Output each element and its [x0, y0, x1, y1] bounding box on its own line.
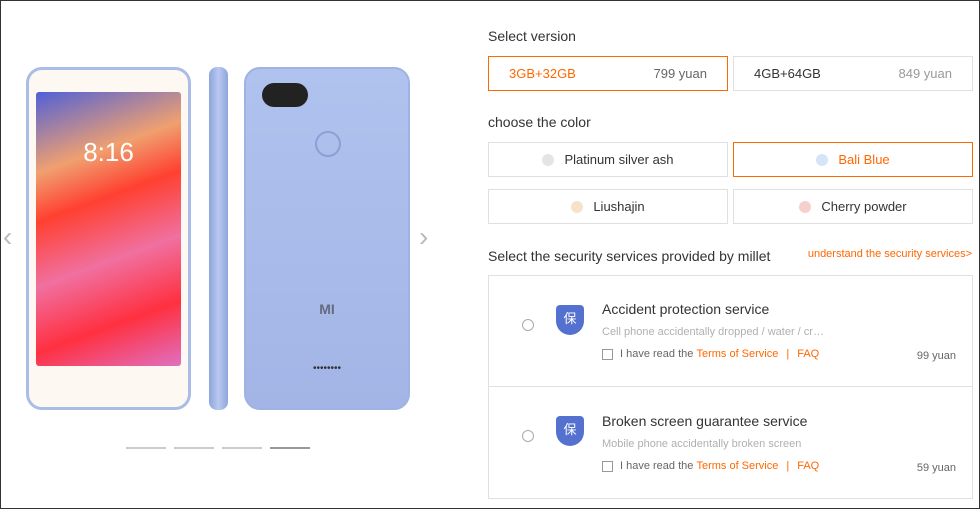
color-swatch-icon — [816, 153, 829, 166]
fingerprint-icon — [315, 131, 341, 157]
color-name: Bali Blue — [838, 152, 890, 167]
color-option-bali-blue[interactable]: Bali Blue — [733, 142, 973, 177]
agree-checkbox[interactable] — [602, 460, 613, 472]
service-title: Accident protection service — [602, 301, 770, 317]
separator: | — [786, 460, 790, 472]
gallery-indicator-1[interactable] — [126, 447, 166, 449]
version-option-4gb-64gb[interactable]: 4GB+64GB 849 yuan — [733, 56, 973, 91]
version-name: 3GB+32GB — [509, 66, 576, 81]
color-heading: choose the color — [488, 114, 591, 130]
phone-back-image: MI •••••••• — [244, 67, 410, 410]
faq-link[interactable]: FAQ — [797, 460, 819, 472]
service-title: Broken screen guarantee service — [602, 413, 808, 429]
color-name: Cherry powder — [821, 199, 907, 214]
color-swatch-icon — [571, 200, 584, 213]
clock-text: 8:16 — [83, 137, 134, 167]
terms-link[interactable]: Terms of Service — [696, 460, 778, 472]
terms-link[interactable]: Terms of Service — [696, 348, 778, 360]
gallery-indicator-3[interactable] — [222, 447, 262, 449]
service-desc: Mobile phone accidentally broken screen — [602, 438, 802, 450]
version-heading: Select version — [488, 28, 576, 44]
camera-icon — [262, 83, 308, 107]
service-desc: Cell phone accidentally dropped / water … — [602, 326, 824, 338]
color-option-cherry-powder[interactable]: Cherry powder — [733, 189, 973, 224]
service-radio[interactable] — [522, 319, 534, 331]
color-swatch-icon — [799, 200, 812, 213]
phone-side-image — [209, 67, 228, 410]
speaker-grille: •••••••• — [312, 363, 341, 374]
service-radio[interactable] — [522, 430, 534, 442]
shield-icon: 保 — [556, 305, 584, 335]
understand-security-link[interactable]: understand the security services> — [808, 248, 972, 260]
service-item-broken-screen: 保 Broken screen guarantee service Mobile… — [489, 387, 972, 498]
version-name: 4GB+64GB — [754, 66, 821, 81]
version-price: 799 yuan — [653, 66, 708, 81]
prev-arrow-icon[interactable]: ‹ — [3, 222, 19, 252]
shield-icon: 保 — [556, 416, 584, 446]
separator: | — [786, 348, 790, 360]
service-price: 59 yuan — [916, 462, 956, 474]
version-price: 849 yuan — [898, 66, 953, 81]
color-option-platinum-silver-ash[interactable]: Platinum silver ash — [488, 142, 728, 177]
service-price: 99 yuan — [916, 350, 956, 362]
security-services-list: 保 Accident protection service Cell phone… — [488, 275, 973, 499]
version-option-3gb-32gb[interactable]: 3GB+32GB 799 yuan — [488, 56, 728, 91]
color-option-liushajin[interactable]: Liushajin — [488, 189, 728, 224]
faq-link[interactable]: FAQ — [797, 348, 819, 360]
security-heading: Select the security services provided by… — [488, 248, 771, 264]
next-arrow-icon[interactable]: › — [419, 222, 435, 252]
color-name: Platinum silver ash — [564, 152, 674, 167]
phone-front-image: 8:16 — [26, 67, 191, 410]
color-swatch-icon — [542, 153, 555, 166]
agree-label: I have read the — [620, 460, 694, 472]
agree-label: I have read the — [620, 348, 694, 360]
gallery-indicator-2[interactable] — [174, 447, 214, 449]
mi-logo: MI — [319, 301, 335, 317]
color-name: Liushajin — [593, 199, 645, 214]
agree-checkbox[interactable] — [602, 348, 613, 360]
gallery-indicator-4[interactable] — [270, 447, 310, 449]
service-item-accident: 保 Accident protection service Cell phone… — [489, 276, 972, 387]
